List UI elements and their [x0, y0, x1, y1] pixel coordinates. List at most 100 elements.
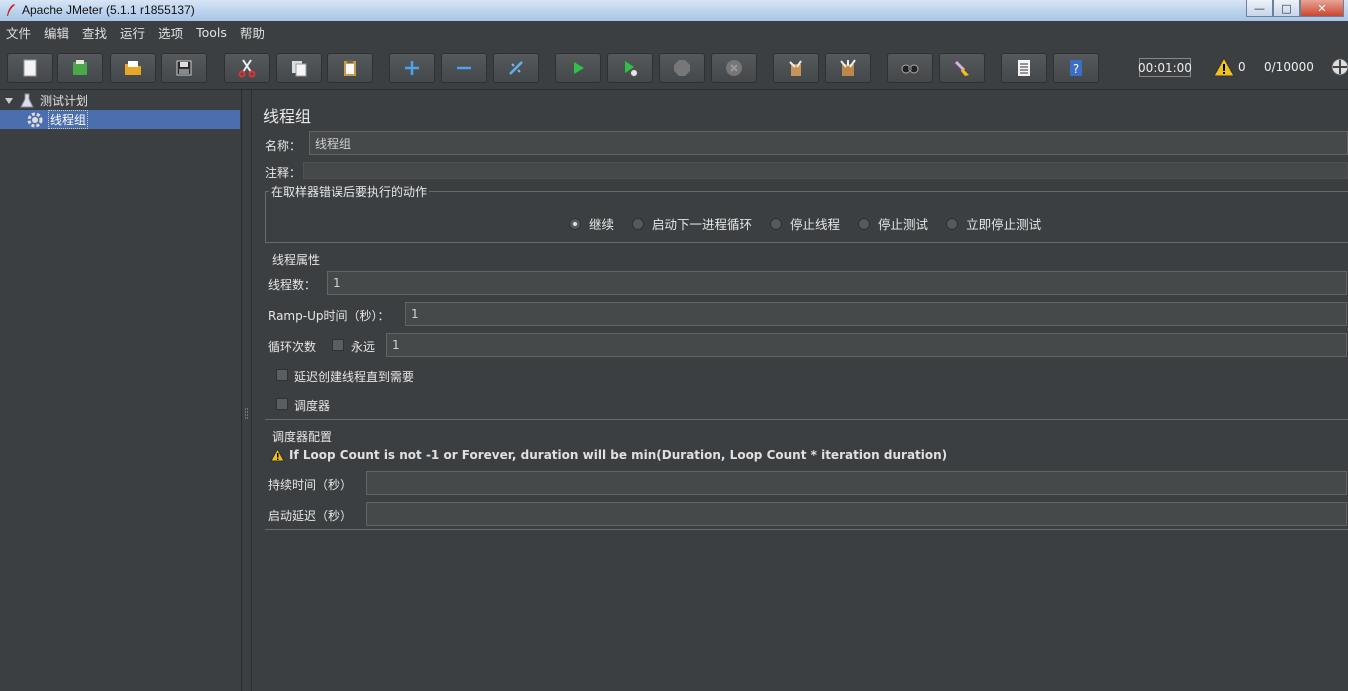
- expand-arrow-icon[interactable]: [4, 96, 14, 106]
- start-button[interactable]: [555, 53, 601, 83]
- tree-node-label: 线程组: [48, 110, 89, 129]
- warning-count: 0: [1238, 60, 1246, 74]
- radio-dot[interactable]: [632, 217, 645, 230]
- thread-properties-legend: 线程属性: [270, 251, 323, 268]
- reset-search-icon: [954, 60, 969, 76]
- maximize-button[interactable]: □: [1273, 0, 1300, 17]
- help-icon: ?: [1070, 60, 1082, 76]
- scheduler-label: 调度器: [294, 399, 331, 413]
- rampup-input[interactable]: 1: [405, 302, 1347, 326]
- threads-label: 线程数：: [268, 278, 317, 292]
- radio-dot[interactable]: [569, 217, 581, 230]
- radio-stop-thread[interactable]: 停止线程: [770, 214, 840, 233]
- function-helper-button[interactable]: [1001, 53, 1047, 83]
- start-no-pause-button[interactable]: [607, 53, 653, 83]
- delay-thread-creation-checkbox[interactable]: [276, 369, 288, 381]
- function-helper-icon: [1018, 60, 1030, 76]
- clear-icon: [789, 60, 802, 76]
- startup-delay-label: 启动延迟（秒）: [268, 509, 353, 523]
- loop-count-input[interactable]: 1: [386, 333, 1347, 357]
- jmeter-feather-icon: [7, 4, 15, 16]
- scheduler-note-text: If Loop Count is not -1 or Forever, dura…: [289, 448, 948, 462]
- startup-delay-input[interactable]: [366, 502, 1347, 526]
- cut-icon: [238, 59, 256, 78]
- name-input[interactable]: 线程组: [309, 131, 1348, 155]
- active-thread-count: 0/10000: [1264, 60, 1314, 74]
- radio-continue[interactable]: 继续: [569, 214, 614, 233]
- stop-button[interactable]: [659, 53, 705, 83]
- duration-input[interactable]: [366, 471, 1347, 495]
- search-button[interactable]: [887, 53, 933, 83]
- menu-bar: 文件 编辑 查找 运行 选项 Tools 帮助: [0, 21, 1348, 44]
- collapse-icon: [457, 66, 471, 70]
- collapse-button[interactable]: [441, 53, 487, 83]
- scheduler-config-legend: 调度器配置: [270, 428, 335, 445]
- new-file-icon: [23, 59, 37, 77]
- shutdown-button[interactable]: [711, 53, 757, 83]
- elapsed-timer: 00:01:00: [1138, 58, 1192, 77]
- start-icon: [574, 62, 584, 74]
- toggle-icon: [509, 61, 523, 75]
- paste-button[interactable]: [327, 53, 373, 83]
- clear-all-button[interactable]: [825, 53, 871, 83]
- toggle-button[interactable]: [493, 53, 539, 83]
- open-button[interactable]: [110, 53, 156, 83]
- radio-stop-test-now[interactable]: 立即停止测试: [946, 214, 1041, 233]
- menu-edit[interactable]: 编辑: [44, 23, 69, 42]
- forever-label: 永远: [351, 340, 376, 354]
- forever-checkbox[interactable]: [332, 339, 344, 351]
- copy-button[interactable]: [276, 53, 322, 83]
- menu-file[interactable]: 文件: [6, 23, 31, 42]
- save-button[interactable]: [161, 53, 207, 83]
- shutdown-icon: [726, 60, 742, 76]
- close-button[interactable]: ✕: [1300, 0, 1344, 17]
- templates-button[interactable]: [57, 53, 103, 83]
- test-plan-tree: 测试计划 线程组: [0, 90, 242, 691]
- start-no-pause-icon: [625, 61, 638, 77]
- menu-options[interactable]: 选项: [158, 23, 183, 42]
- thread-group-panel: 线程组 名称： 线程组 注释： 在取样器错误后要执行的动作 继续 启动下一进程循…: [253, 90, 1348, 691]
- warning-icon[interactable]: [1213, 57, 1235, 77]
- threads-input[interactable]: 1: [327, 271, 1347, 295]
- comment-input[interactable]: [303, 162, 1348, 179]
- warning-icon: [270, 448, 285, 462]
- radio-dot[interactable]: [858, 217, 871, 230]
- comment-label: 注释：: [265, 166, 302, 180]
- duration-label: 持续时间（秒）: [268, 478, 353, 492]
- tree-node-thread-group[interactable]: 线程组: [0, 110, 240, 129]
- reset-search-button[interactable]: [939, 53, 985, 83]
- splitter-grip-icon: [245, 408, 248, 419]
- radio-dot[interactable]: [946, 217, 959, 230]
- clear-button[interactable]: [773, 53, 819, 83]
- radio-stop-test[interactable]: 停止测试: [858, 214, 928, 233]
- save-icon: [176, 60, 192, 76]
- menu-tools[interactable]: Tools: [196, 25, 227, 40]
- panel-splitter[interactable]: [242, 90, 252, 691]
- tree-node-label: 测试计划: [40, 94, 89, 108]
- error-action-group: 在取样器错误后要执行的动作 继续 启动下一进程循环 停止线程 停止测试 立即停止…: [265, 183, 1348, 243]
- gear-icon: [27, 112, 43, 127]
- menu-help[interactable]: 帮助: [240, 23, 265, 42]
- remote-engines-icon[interactable]: [1330, 57, 1348, 77]
- help-button[interactable]: ?: [1053, 53, 1099, 83]
- radio-start-next-loop[interactable]: 启动下一进程循环: [632, 214, 752, 233]
- scheduler-note: If Loop Count is not -1 or Forever, dura…: [270, 448, 947, 462]
- title-bar: Apache JMeter (5.1.1 r1855137) — □ ✕: [0, 0, 1348, 21]
- name-label: 名称：: [265, 139, 302, 153]
- minimize-button[interactable]: —: [1246, 0, 1273, 17]
- page-title: 线程组: [263, 107, 312, 126]
- rampup-label: Ramp-Up时间（秒）：: [268, 309, 390, 323]
- window-title: Apache JMeter (5.1.1 r1855137): [22, 3, 195, 17]
- radio-dot[interactable]: [770, 217, 783, 230]
- paste-icon: [344, 60, 356, 76]
- expand-button[interactable]: [389, 53, 435, 83]
- scheduler-checkbox[interactable]: [276, 398, 288, 410]
- tree-node-test-plan[interactable]: 测试计划: [4, 91, 88, 110]
- menu-run[interactable]: 运行: [120, 23, 145, 42]
- templates-icon: [73, 60, 87, 75]
- new-button[interactable]: [7, 53, 53, 83]
- cut-button[interactable]: [224, 53, 270, 83]
- menu-search[interactable]: 查找: [82, 23, 107, 42]
- stop-icon: [674, 60, 690, 76]
- clear-all-icon: [840, 59, 856, 76]
